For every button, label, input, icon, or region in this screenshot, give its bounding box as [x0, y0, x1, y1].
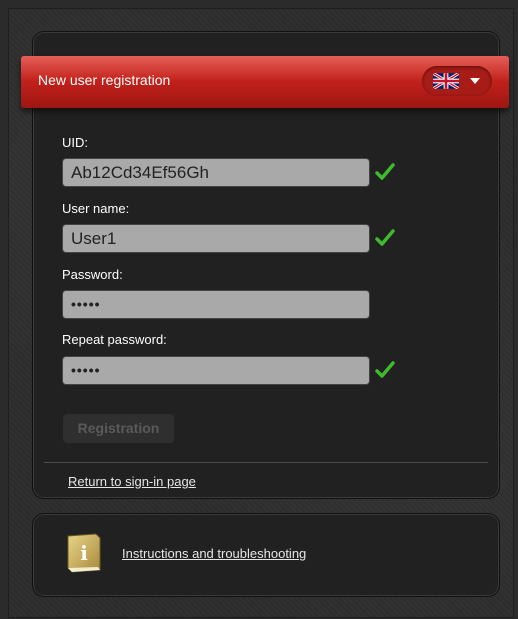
instructions-link[interactable]: Instructions and troubleshooting: [122, 546, 306, 561]
page-title: New user registration: [38, 72, 171, 88]
uid-label: UID:: [62, 135, 88, 150]
registration-header: New user registration: [21, 56, 509, 108]
language-selector[interactable]: [422, 66, 492, 96]
check-icon: [375, 163, 395, 180]
username-label: User name:: [62, 201, 130, 216]
registration-button[interactable]: Registration: [63, 414, 174, 443]
chevron-down-icon: [470, 78, 480, 84]
check-icon: [375, 361, 395, 378]
uk-flag-icon: [433, 73, 459, 89]
repeat-password-input[interactable]: •••••: [62, 356, 370, 385]
uid-input[interactable]: Ab12Cd34Ef56Gh: [62, 158, 370, 187]
divider: [44, 462, 488, 463]
username-input[interactable]: User1: [62, 224, 370, 253]
repeat-password-label: Repeat password:: [62, 332, 167, 347]
svg-text:i: i: [80, 541, 88, 565]
return-to-sign-in-link[interactable]: Return to sign-in page: [68, 474, 196, 489]
info-book-icon: i: [67, 533, 101, 573]
check-icon: [375, 229, 395, 246]
password-input[interactable]: •••••: [62, 290, 370, 319]
password-label: Password:: [62, 267, 123, 282]
